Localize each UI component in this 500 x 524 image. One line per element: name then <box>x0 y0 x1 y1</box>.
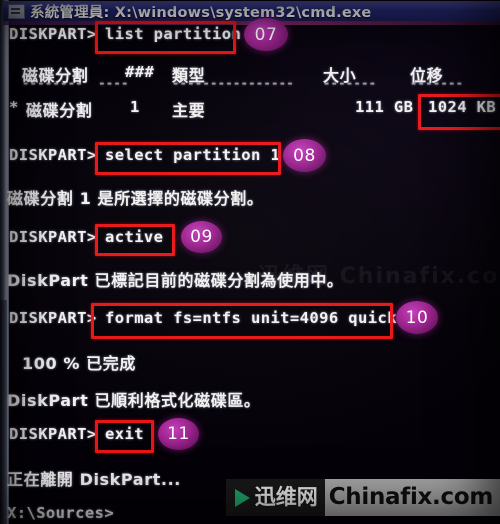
window-left-border-lower <box>0 300 7 524</box>
output-partition-selected: 磁碟分割 1 是所選擇的磁碟分割。 <box>7 189 264 208</box>
final-prompt: X:\Sources> <box>7 504 115 522</box>
command-exit[interactable]: exit <box>105 425 144 443</box>
step-badge-09: 09 <box>181 221 222 253</box>
output-format-success: DiskPart 已順利格式化磁碟區。 <box>7 391 261 410</box>
command-active[interactable]: active <box>105 228 163 246</box>
command-select-partition[interactable]: select partition 1 <box>105 146 280 164</box>
step-badge-11: 11 <box>158 418 199 450</box>
console-window: 系統管理員: X:\windows\system32\cmd.exe 迅维网 C… <box>0 0 500 524</box>
watermark-right: Chinafix.com <box>324 479 500 516</box>
table-row-type: 主要 <box>172 101 206 120</box>
table-rule-4: ------- <box>410 76 464 90</box>
window-titlebar[interactable]: 系統管理員: X:\windows\system32\cmd.exe <box>3 1 500 21</box>
prompt-format: DISKPART> <box>9 309 97 327</box>
table-row-name: 磁碟分割 <box>26 101 93 120</box>
table-row-marker: * <box>9 98 19 116</box>
command-list-partition[interactable]: list partition <box>105 25 241 43</box>
watermark-cn-text: 迅维网 <box>254 485 318 509</box>
step-badge-10: 10 <box>396 301 438 334</box>
output-marked-active: DiskPart 已標記目前的磁碟分割為使用中。 <box>7 271 344 290</box>
step-badge-08: 08 <box>283 139 326 172</box>
table-rule-1: -------- ---- <box>22 76 129 90</box>
arrow-icon <box>234 488 250 507</box>
cmd-window-icon <box>8 3 25 19</box>
prompt-active: DISKPART> <box>9 228 97 246</box>
table-header-num: ### <box>125 63 155 81</box>
command-format[interactable]: format fs=ntfs unit=4096 quick <box>105 309 397 327</box>
prompt-list-partition: DISKPART> <box>9 25 97 43</box>
output-leaving-diskpart: 正在離開 DiskPart... <box>7 470 181 489</box>
table-row-offset: 1024 KB <box>428 98 497 116</box>
table-rule-3: ------- <box>323 76 377 90</box>
prompt-exit: DISKPART> <box>9 425 97 443</box>
watermark-left: 迅维网 <box>225 479 325 516</box>
output-progress: 100 % 已完成 <box>22 354 136 373</box>
window-title: 系統管理員: X:\windows\system32\cmd.exe <box>30 4 372 21</box>
site-watermark: 迅维网 Chinafix.com <box>225 479 500 516</box>
table-row-number: 1 <box>130 98 140 116</box>
table-rule-2: ---------------- <box>172 76 294 90</box>
prompt-select-partition: DISKPART> <box>9 146 97 164</box>
table-row-size: 111 GB <box>355 98 414 116</box>
step-badge-07: 07 <box>244 18 288 51</box>
watermark-en-text: Chinafix.com <box>328 484 494 510</box>
